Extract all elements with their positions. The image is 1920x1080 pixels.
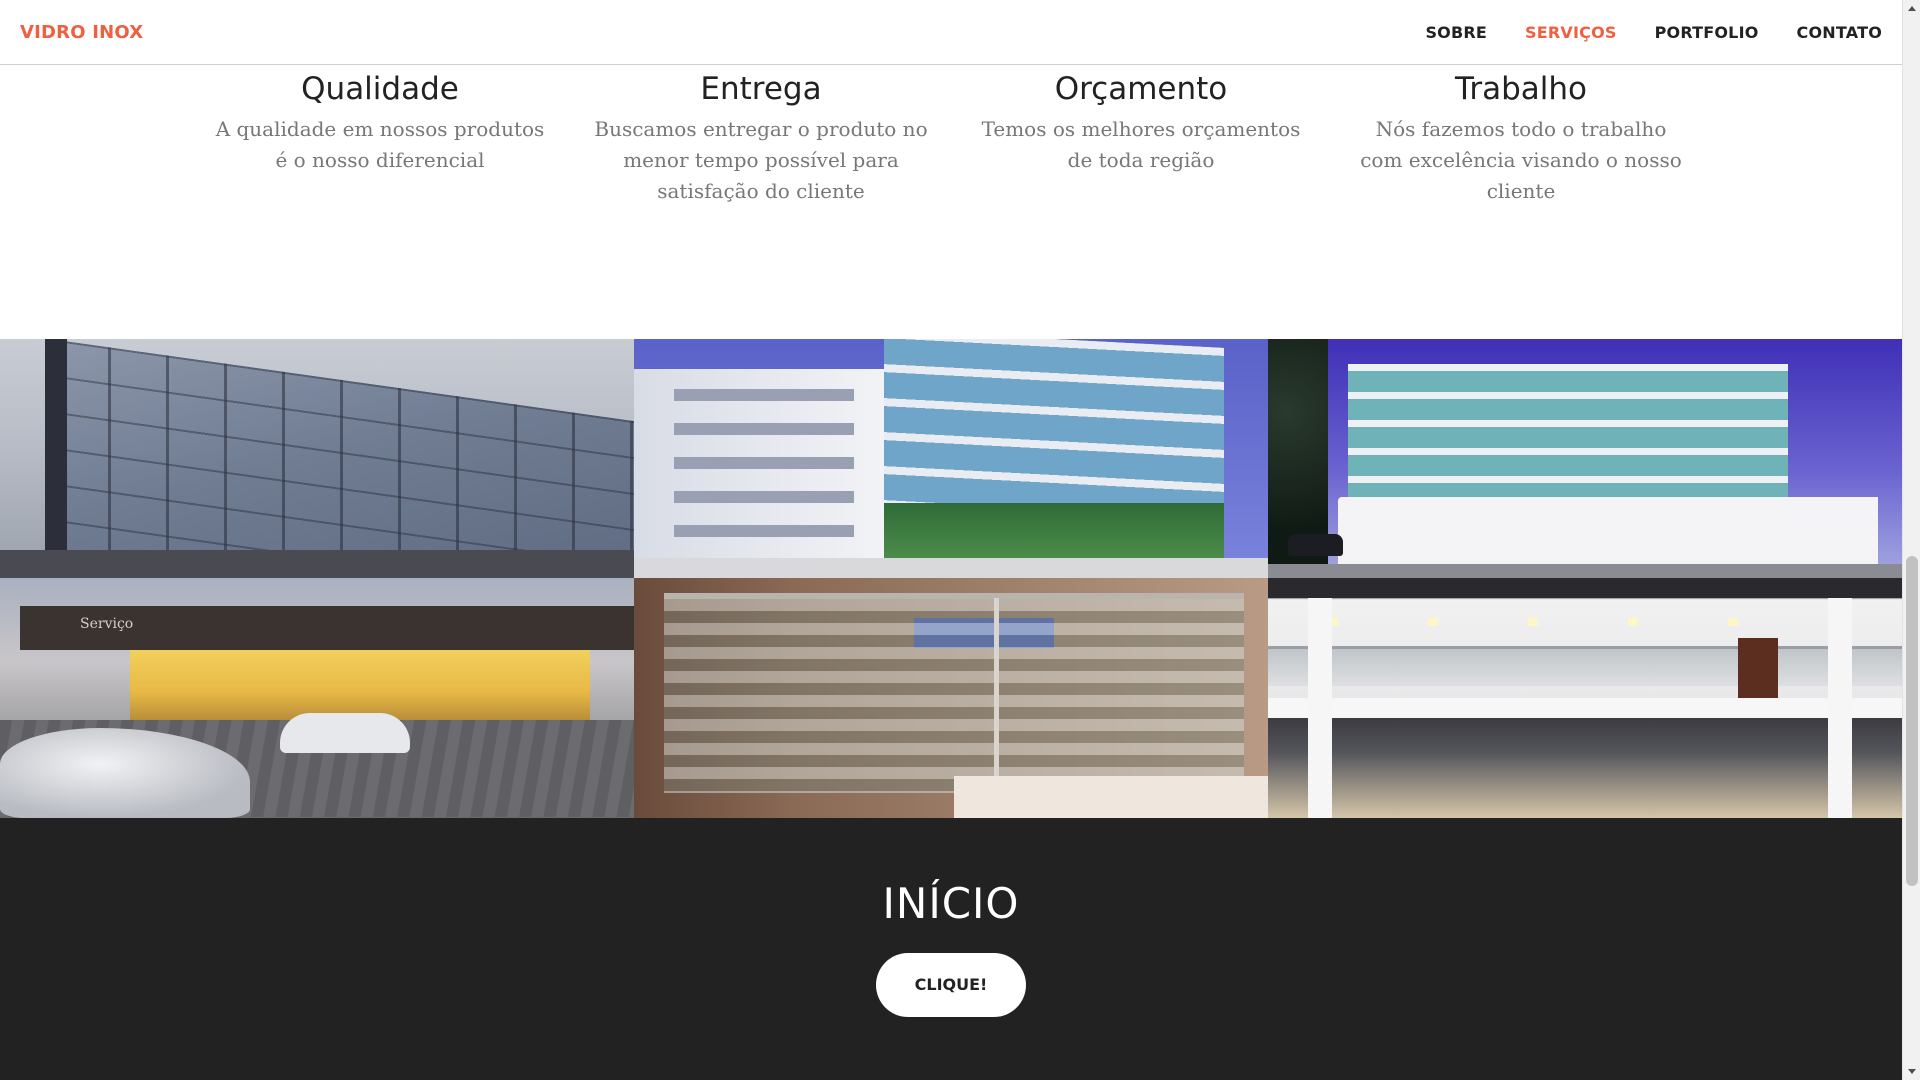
portfolio-tile-purple-sky-building[interactable] bbox=[1268, 339, 1902, 578]
portfolio-grid: Serviço bbox=[0, 339, 1902, 818]
service-title: Qualidade bbox=[301, 71, 459, 107]
portfolio-tile-residential-building[interactable] bbox=[634, 339, 1268, 578]
photo-lights bbox=[1328, 618, 1848, 626]
nav-link-servicos[interactable]: SERVIÇOS bbox=[1506, 23, 1636, 42]
photo-ceiling bbox=[1268, 578, 1902, 598]
service-description: A qualidade em nossos produtos é o nosso… bbox=[200, 114, 560, 176]
service-description: Temos os melhores orçamentos de toda reg… bbox=[961, 114, 1321, 176]
service-description-line: Nós fazemos todo o trabalho bbox=[1375, 117, 1667, 141]
service-title: Entrega bbox=[700, 71, 822, 107]
photo-base bbox=[634, 558, 1268, 578]
photo-frame bbox=[45, 339, 67, 578]
brand-logo[interactable]: VIDRO INOX bbox=[20, 22, 143, 43]
nav-link-portfolio[interactable]: PORTFOLIO bbox=[1636, 23, 1778, 42]
service-description-line: A qualidade em nossos produtos bbox=[215, 117, 545, 141]
photo-road bbox=[1268, 564, 1902, 578]
photo-door bbox=[1738, 638, 1778, 698]
portfolio-tile-shower-glass[interactable] bbox=[634, 578, 1268, 818]
photo-car bbox=[1288, 534, 1343, 556]
service-description-line: é o nosso diferencial bbox=[275, 148, 485, 172]
scroll-down-arrow-icon[interactable] bbox=[1908, 1069, 1916, 1074]
service-description-line: Buscamos entregar o produto no bbox=[594, 117, 928, 141]
service-description-line: com excelência visando o nosso bbox=[1360, 148, 1682, 172]
portfolio-tile-dealership[interactable]: Serviço bbox=[0, 578, 634, 818]
service-orcamento: Orçamento Temos os melhores orçamentos d… bbox=[961, 65, 1321, 176]
photo-showroom bbox=[130, 650, 590, 720]
photo-sink bbox=[954, 776, 1268, 818]
photo-sign-text: Serviço bbox=[80, 616, 134, 632]
service-title: Trabalho bbox=[1454, 71, 1588, 107]
cta-button[interactable]: CLIQUE! bbox=[876, 953, 1026, 1017]
photo-building bbox=[1348, 364, 1788, 514]
nav-links: SOBRE SERVIÇOS PORTFOLIO CONTATO bbox=[1406, 23, 1882, 42]
photo-glass-panel bbox=[664, 593, 1244, 793]
services-section: Qualidade A qualidade em nossos produtos… bbox=[0, 65, 1902, 339]
photo-lower-floor bbox=[1268, 718, 1902, 818]
service-qualidade: Qualidade A qualidade em nossos produtos… bbox=[200, 65, 560, 176]
cta-title: INÍCIO bbox=[882, 879, 1020, 928]
photo-building-side bbox=[634, 369, 894, 578]
service-description: Buscamos entregar o produto no menor tem… bbox=[581, 114, 941, 207]
photo-pillar bbox=[1828, 598, 1852, 818]
scrollbar-thumb[interactable] bbox=[1906, 556, 1918, 886]
cta-section: INÍCIO CLIQUE! bbox=[0, 818, 1902, 1080]
photo-steel-bar bbox=[994, 598, 999, 798]
photo-wall bbox=[1338, 497, 1878, 567]
service-entrega: Entrega Buscamos entregar o produto no m… bbox=[581, 65, 941, 207]
service-description-line: satisfação do cliente bbox=[657, 179, 865, 203]
page-content: VIDRO INOX SOBRE SERVIÇOS PORTFOLIO CONT… bbox=[0, 0, 1902, 1080]
vertical-scrollbar[interactable] bbox=[1902, 0, 1920, 1080]
service-description-line: cliente bbox=[1486, 179, 1556, 203]
photo-ground bbox=[0, 550, 634, 578]
photo-band bbox=[1268, 698, 1902, 718]
nav-link-sobre[interactable]: SOBRE bbox=[1406, 23, 1506, 42]
photo-car bbox=[280, 713, 410, 753]
service-trabalho: Trabalho Nós fazemos todo o trabalho com… bbox=[1341, 65, 1701, 207]
navbar: VIDRO INOX SOBRE SERVIÇOS PORTFOLIO CONT… bbox=[0, 0, 1902, 65]
service-description: Nós fazemos todo o trabalho com excelênc… bbox=[1341, 114, 1701, 207]
service-title: Orçamento bbox=[1054, 71, 1228, 107]
nav-link-contato[interactable]: CONTATO bbox=[1778, 23, 1882, 42]
portfolio-tile-interior-balcony[interactable] bbox=[1268, 578, 1902, 818]
service-description-line: de toda região bbox=[1067, 148, 1215, 172]
photo-facade bbox=[50, 339, 634, 578]
photo-pillar bbox=[1308, 598, 1332, 818]
service-description-line: menor tempo possível para bbox=[623, 148, 899, 172]
portfolio-tile-glass-facade[interactable] bbox=[0, 339, 634, 578]
viewport: VIDRO INOX SOBRE SERVIÇOS PORTFOLIO CONT… bbox=[0, 0, 1920, 1080]
service-description-line: Temos os melhores orçamentos bbox=[981, 117, 1301, 141]
scroll-up-arrow-icon[interactable] bbox=[1908, 6, 1916, 11]
photo-greenery bbox=[884, 503, 1224, 558]
photo-glass-railing bbox=[1268, 646, 1902, 686]
